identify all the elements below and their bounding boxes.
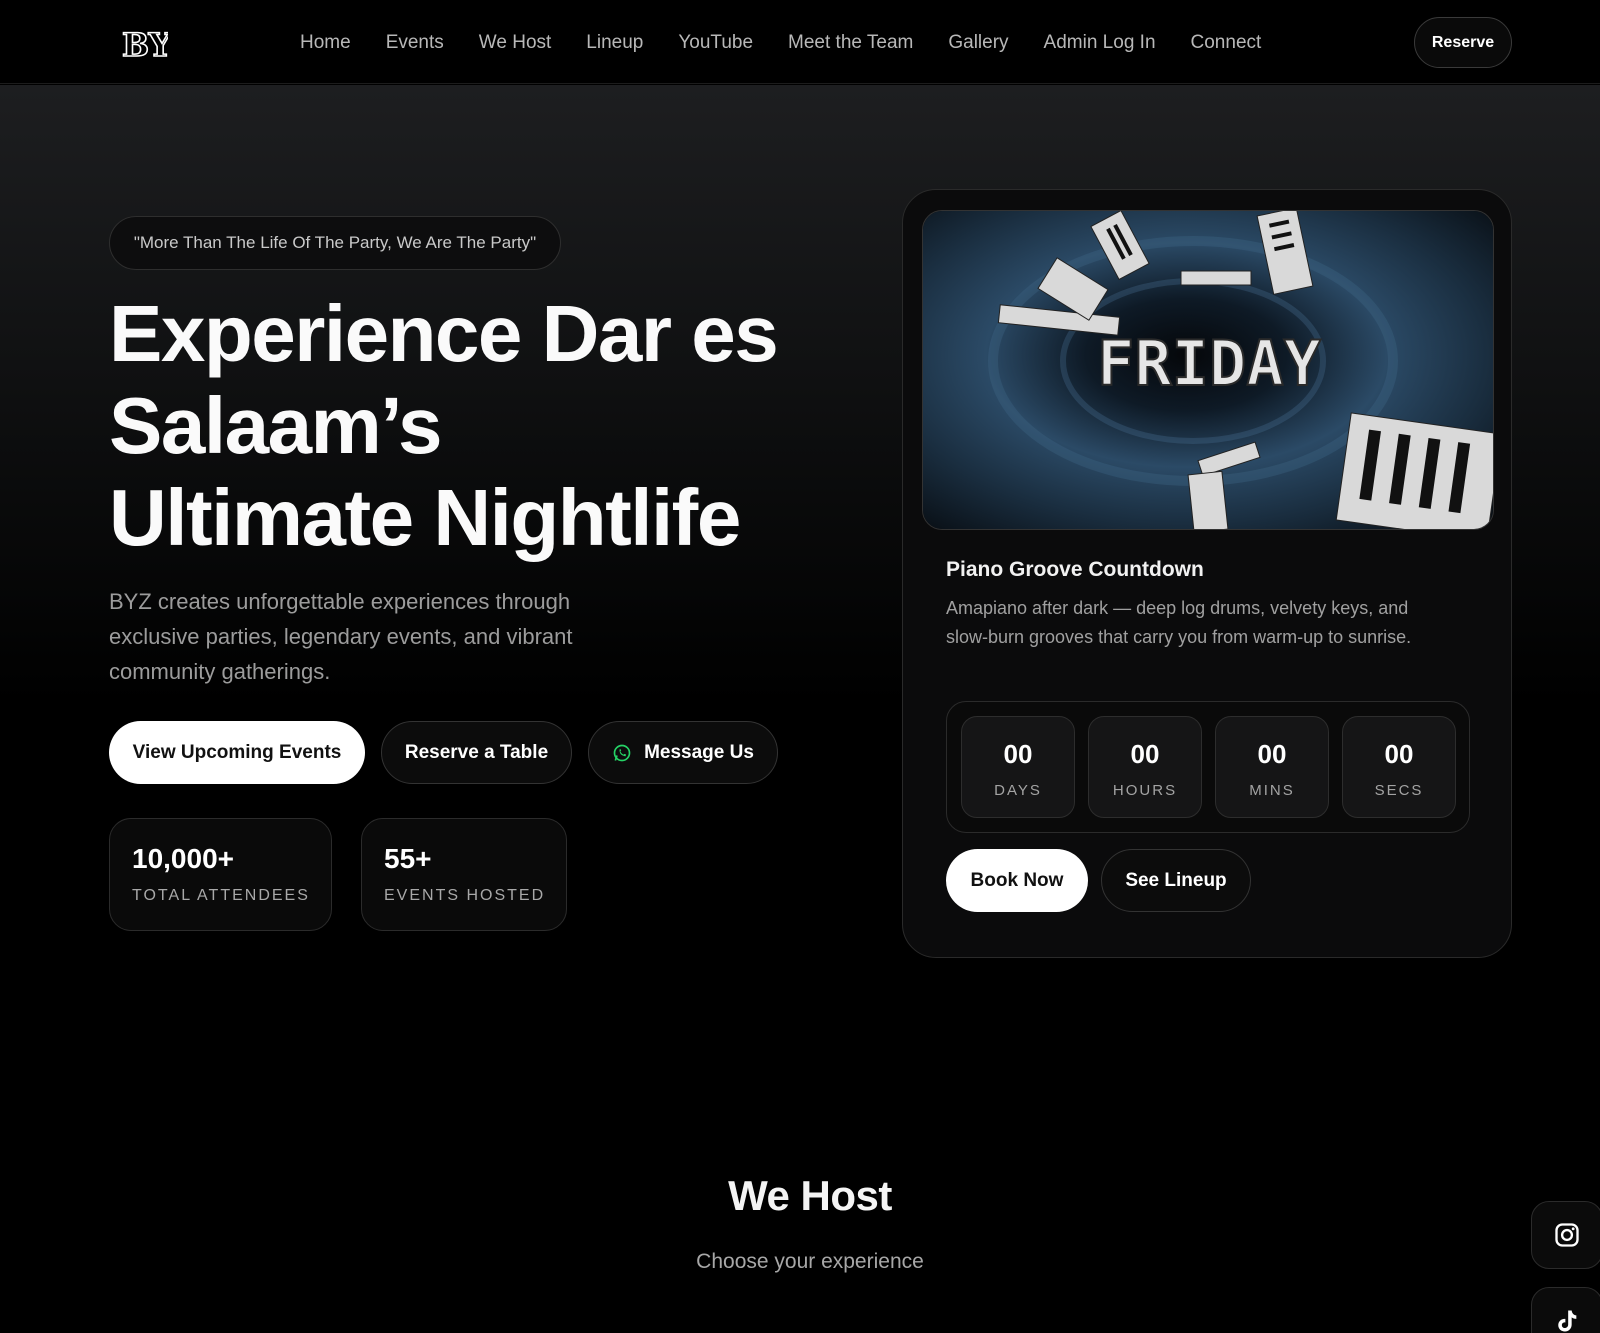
- view-upcoming-events-label: View Upcoming Events: [132, 741, 342, 763]
- section-title: We Host: [728, 1172, 892, 1219]
- hero-title-line-3: Ultimate Nightlife: [109, 473, 741, 562]
- nav-link-connect[interactable]: Connect: [1191, 30, 1262, 56]
- countdown-secs: 00 SECS: [1342, 716, 1456, 818]
- reserve-button[interactable]: Reserve: [1414, 17, 1512, 68]
- byz-logo[interactable]: BYZ: [120, 24, 168, 62]
- countdown-label: DAYS: [994, 782, 1042, 799]
- instagram-button[interactable]: [1531, 1201, 1600, 1269]
- event-title: Piano Groove Countdown: [946, 558, 1204, 581]
- event-poster-image: FRIDAY: [923, 211, 1493, 529]
- nav-link-we-host[interactable]: We Host: [479, 30, 552, 56]
- stat-label: TOTAL ATTENDEES: [132, 887, 310, 904]
- countdown-label: MINS: [1249, 782, 1295, 799]
- reserve-table-button[interactable]: Reserve a Table: [381, 721, 572, 784]
- nav-link-home[interactable]: Home: [300, 30, 351, 56]
- message-us-label: Message Us: [644, 741, 754, 763]
- event-poster[interactable]: FRIDAY: [922, 210, 1494, 530]
- view-upcoming-events-button[interactable]: View Upcoming Events: [109, 721, 365, 784]
- instagram-icon: [1555, 1223, 1579, 1247]
- nav-link-lineup[interactable]: Lineup: [586, 30, 643, 56]
- countdown-value: 00: [1257, 739, 1287, 769]
- event-countdown-card: FRIDAY Piano Groove Countdown Amapiano a…: [902, 189, 1512, 958]
- countdown-value: 00: [1384, 739, 1414, 769]
- nav-link-admin-log-in[interactable]: Admin Log In: [1044, 30, 1156, 56]
- countdown-value: 00: [1003, 739, 1033, 769]
- reserve-table-label: Reserve a Table: [404, 741, 549, 763]
- countdown-hours: 00 HOURS: [1088, 716, 1202, 818]
- svg-text:BYZ: BYZ: [122, 26, 168, 62]
- tiktok-button[interactable]: [1531, 1287, 1600, 1333]
- nav-link-meet-the-team[interactable]: Meet the Team: [788, 30, 913, 56]
- nav-link-gallery[interactable]: Gallery: [948, 30, 1008, 56]
- see-lineup-button[interactable]: See Lineup: [1101, 849, 1251, 912]
- message-us-button[interactable]: Message Us: [588, 721, 778, 784]
- whatsapp-icon: [613, 744, 631, 761]
- stat-card-attendees: 10,000+ TOTAL ATTENDEES: [109, 818, 332, 931]
- stat-card-events: 55+ EVENTS HOSTED: [361, 818, 567, 931]
- nav-link-events[interactable]: Events: [386, 30, 444, 56]
- hero-title-line-2: Salaam’s: [109, 381, 442, 470]
- nav-links: Home Events We Host Lineup YouTube Meet …: [300, 30, 1296, 56]
- hero-title: Experience Dar es Salaam’s Ultimate Nigh…: [109, 288, 869, 564]
- hero-title-line-1: Experience Dar es: [109, 289, 779, 378]
- tiktok-icon: [1558, 1310, 1577, 1332]
- countdown-value: 00: [1130, 739, 1160, 769]
- stat-label: EVENTS HOSTED: [384, 887, 546, 904]
- see-lineup-label: See Lineup: [1125, 869, 1227, 891]
- book-now-label: Book Now: [970, 869, 1064, 891]
- countdown-label: HOURS: [1112, 782, 1178, 799]
- hero-description: BYZ creates unforgettable experiences th…: [109, 589, 573, 684]
- top-navbar: BYZ Home Events We Host Lineup YouTube M…: [0, 0, 1600, 84]
- tagline-pill: "More Than The Life Of The Party, We Are…: [109, 216, 561, 270]
- book-now-button[interactable]: Book Now: [946, 849, 1088, 912]
- countdown-mins: 00 MINS: [1215, 716, 1329, 818]
- stat-value: 10,000+: [132, 843, 234, 874]
- stat-value: 55+: [384, 843, 432, 874]
- countdown-days: 00 DAYS: [961, 716, 1075, 818]
- nav-link-youtube[interactable]: YouTube: [678, 30, 753, 56]
- section-subtitle: Choose your experience: [696, 1250, 924, 1273]
- countdown-timer: 00 DAYS 00 HOURS 00 MINS 00 SECS: [946, 701, 1470, 833]
- poster-title: FRIDAY: [1097, 327, 1322, 400]
- countdown-label: SECS: [1374, 782, 1424, 799]
- event-description: Amapiano after dark — deep log drums, ve…: [946, 598, 1412, 647]
